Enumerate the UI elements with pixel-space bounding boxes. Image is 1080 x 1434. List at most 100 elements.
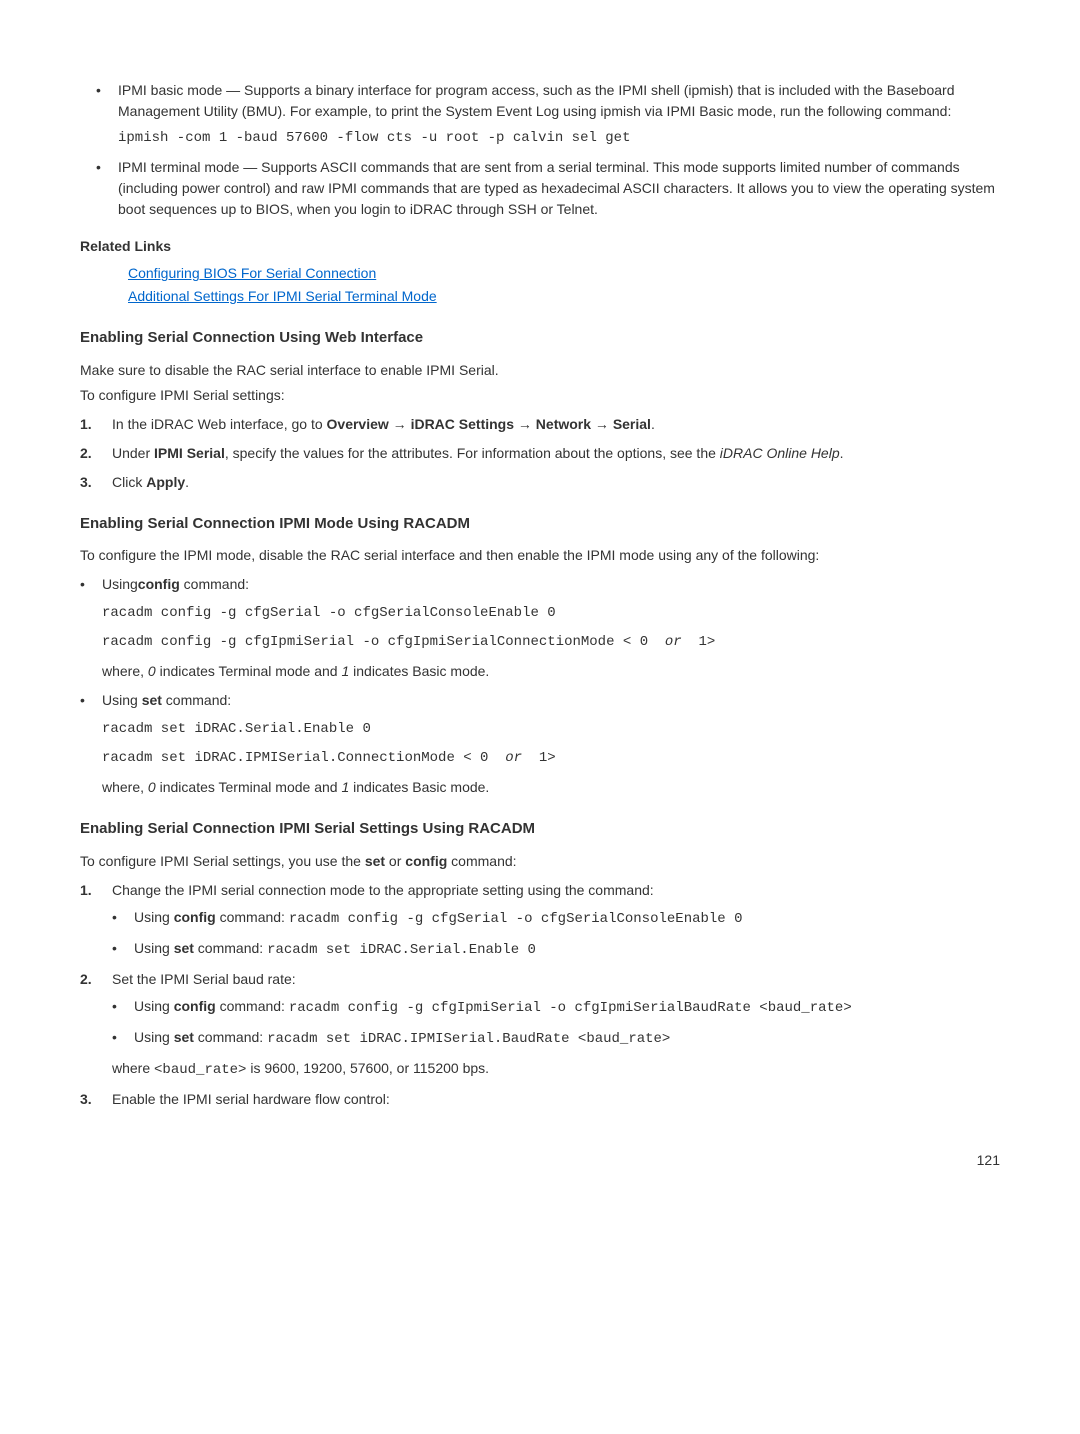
text: . — [840, 445, 844, 461]
section-paragraph: To configure IPMI Serial settings, you u… — [80, 851, 1000, 872]
code: racadm config -g cfgSerial -o cfgSerialC… — [289, 911, 743, 927]
text: indicates Terminal mode and — [156, 663, 342, 679]
text: where, — [102, 779, 148, 795]
text: where, — [102, 663, 148, 679]
bold: config — [405, 853, 447, 869]
bullet-item: Usingconfig command: racadm config -g cf… — [80, 574, 1000, 682]
text: command: — [216, 998, 289, 1014]
text: → — [389, 416, 411, 432]
section-heading: Enabling Serial Connection IPMI Mode Usi… — [80, 513, 1000, 536]
list-item: 3. Enable the IPMI serial hardware flow … — [80, 1089, 1000, 1110]
bold: set — [174, 940, 194, 956]
text: Using — [134, 1029, 174, 1045]
text: command: — [447, 853, 516, 869]
list-item: 2. Set the IPMI Serial baud rate: Using … — [80, 969, 1000, 1081]
bullet-item: Using set command: racadm set iDRAC.Seri… — [112, 938, 1000, 961]
text: Using — [134, 940, 174, 956]
code-italic: or — [665, 634, 682, 650]
ordered-list: 1. Change the IPMI serial connection mod… — [80, 880, 1000, 1110]
text: Under — [112, 445, 154, 461]
text: command: — [216, 909, 289, 925]
bullet-item: IPMI terminal mode — Supports ASCII comm… — [96, 157, 1000, 220]
code: <baud_rate> — [154, 1062, 246, 1078]
sub-bullet-list: Using config command: racadm config -g c… — [112, 907, 1000, 961]
text: Using — [134, 998, 174, 1014]
text: where <baud_rate> is 9600, 19200, 57600,… — [112, 1058, 1000, 1081]
section-paragraph: To configure IPMI Serial settings: — [80, 385, 1000, 406]
bold: config — [174, 998, 216, 1014]
section-heading: Enabling Serial Connection IPMI Serial S… — [80, 818, 1000, 841]
bullet-item: Using set command: racadm set iDRAC.IPMI… — [112, 1027, 1000, 1050]
text: → — [514, 416, 536, 432]
code-block: racadm set iDRAC.Serial.Enable 0 — [102, 719, 1000, 740]
text: Enable the IPMI serial hardware flow con… — [112, 1091, 390, 1107]
bullet-list: Usingconfig command: racadm config -g cf… — [80, 574, 1000, 798]
text: , specify the values for the attributes.… — [225, 445, 720, 461]
text: indicates Basic mode. — [349, 779, 489, 795]
bullet-item: Using config command: racadm config -g c… — [112, 996, 1000, 1019]
bold: iDRAC Settings — [411, 416, 514, 432]
bold: Serial — [613, 416, 651, 432]
list-item: 3. Click Apply. — [80, 472, 1000, 493]
text: command: — [194, 940, 267, 956]
section-paragraph: Make sure to disable the RAC serial inte… — [80, 360, 1000, 381]
code: racadm config -g cfgIpmiSerial -o cfgIpm… — [289, 1000, 852, 1016]
bullet-item: IPMI basic mode — Supports a binary inte… — [96, 80, 1000, 149]
bold: IPMI Serial — [154, 445, 225, 461]
text: Change the IPMI serial connection mode t… — [112, 882, 654, 898]
code-block: ipmish -com 1 -baud 57600 -flow cts -u r… — [118, 128, 1000, 149]
text: Set the IPMI Serial baud rate: — [112, 971, 296, 987]
text: . — [651, 416, 655, 432]
bold: set — [142, 692, 162, 708]
text: Using — [134, 909, 174, 925]
code-block: racadm set iDRAC.IPMISerial.ConnectionMo… — [102, 748, 1000, 769]
text: indicates Terminal mode and — [156, 779, 342, 795]
code: racadm set iDRAC.IPMISerial.ConnectionMo… — [102, 750, 505, 766]
page-number: 121 — [80, 1150, 1000, 1171]
text: where, 0 indicates Terminal mode and 1 i… — [102, 777, 1000, 798]
text: indicates Basic mode. — [349, 663, 489, 679]
bold: config — [174, 909, 216, 925]
code: racadm config -g cfgIpmiSerial -o cfgIpm… — [102, 634, 665, 650]
text: command: — [162, 692, 231, 708]
section-heading: Enabling Serial Connection Using Web Int… — [80, 327, 1000, 350]
bold: Network — [536, 416, 591, 432]
list-item: 1. In the iDRAC Web interface, go to Ove… — [80, 414, 1000, 435]
code: racadm set iDRAC.Serial.Enable 0 — [267, 942, 536, 958]
code-italic: or — [505, 750, 522, 766]
top-bullet-list: IPMI basic mode — Supports a binary inte… — [80, 80, 1000, 220]
text: or — [385, 853, 405, 869]
italic: 0 — [148, 779, 156, 795]
text: where — [112, 1060, 154, 1076]
text: To configure IPMI Serial settings, you u… — [80, 853, 365, 869]
related-links-heading: Related Links — [80, 236, 1000, 257]
bold: Overview — [327, 416, 389, 432]
bullet-item: Using set command: racadm set iDRAC.Seri… — [80, 690, 1000, 798]
bullet-item: Using config command: racadm config -g c… — [112, 907, 1000, 930]
bold: set — [174, 1029, 194, 1045]
sub-bullet-list: Using config command: racadm config -g c… — [112, 996, 1000, 1050]
code-block: racadm config -g cfgIpmiSerial -o cfgIpm… — [102, 632, 1000, 653]
italic: 0 — [148, 663, 156, 679]
text: is 9600, 19200, 57600, or 115200 bps. — [246, 1060, 489, 1076]
text: command: — [180, 576, 249, 592]
related-link[interactable]: Additional Settings For IPMI Serial Term… — [128, 288, 437, 304]
related-link[interactable]: Configuring BIOS For Serial Connection — [128, 265, 376, 281]
bullet-text: IPMI terminal mode — Supports ASCII comm… — [118, 159, 995, 217]
code-block: racadm config -g cfgSerial -o cfgSerialC… — [102, 603, 1000, 624]
text: Using — [102, 576, 138, 592]
list-item: 2. Under IPMI Serial, specify the values… — [80, 443, 1000, 464]
section-paragraph: To configure the IPMI mode, disable the … — [80, 545, 1000, 566]
ordered-list: 1. In the iDRAC Web interface, go to Ove… — [80, 414, 1000, 493]
bold: config — [138, 576, 180, 592]
bold: Apply — [146, 474, 185, 490]
text: Using — [102, 692, 142, 708]
text: Click — [112, 474, 146, 490]
list-item: 1. Change the IPMI serial connection mod… — [80, 880, 1000, 961]
text: where, 0 indicates Terminal mode and 1 i… — [102, 661, 1000, 682]
text: . — [185, 474, 189, 490]
text: In the iDRAC Web interface, go to — [112, 416, 327, 432]
code: 1> — [522, 750, 556, 766]
text: → — [591, 416, 613, 432]
code: 1> — [682, 634, 716, 650]
